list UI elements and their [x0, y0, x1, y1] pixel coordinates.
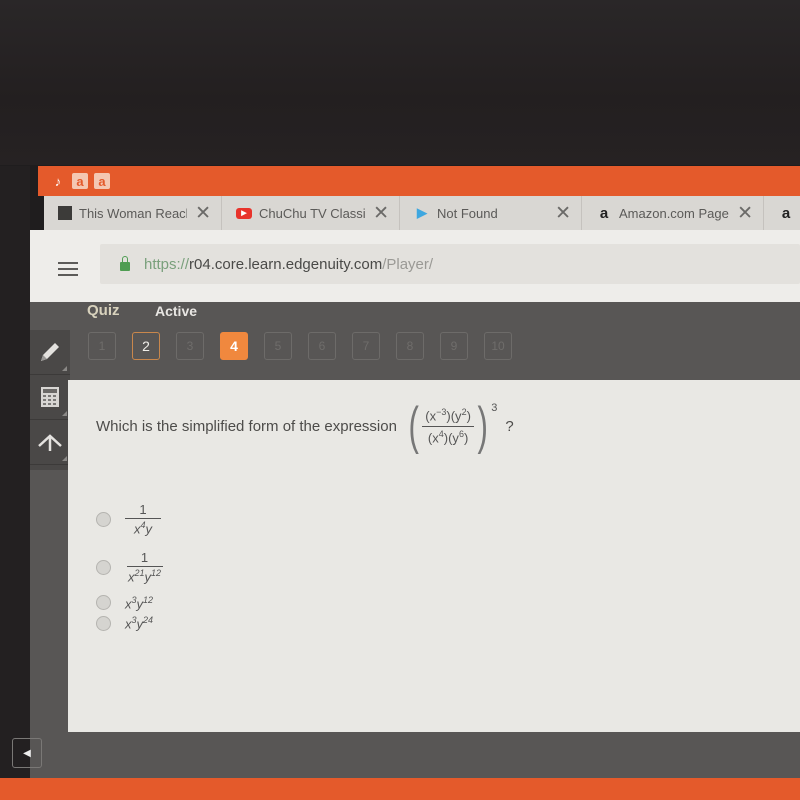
right-paren: ) [477, 397, 488, 455]
lock-icon [120, 255, 130, 271]
answer-option-4[interactable]: x3y24 [96, 615, 164, 631]
question-5-button[interactable]: 5 [264, 332, 292, 360]
answer-fraction: 1 x21y12 [126, 550, 163, 585]
tab-title: This Woman Reach [79, 205, 188, 221]
question-9-button[interactable]: 9 [440, 332, 468, 360]
answer-option-1[interactable]: 1 x4y [96, 502, 164, 536]
url-host: r04.core.learn.edgenuity.com [189, 255, 383, 273]
answer-option-2[interactable]: 1 x21y12 [96, 550, 164, 585]
pencil-icon [41, 343, 59, 361]
amazon-icon[interactable]: a [72, 173, 88, 189]
tab-title: ChuChu TV Classic [259, 205, 366, 221]
question-3-button[interactable]: 3 [176, 332, 204, 360]
question-10-button[interactable]: 10 [484, 332, 512, 360]
previous-button[interactable]: ◀ [12, 738, 42, 768]
expression-denominator: (x4)(y6) [427, 428, 469, 445]
amazon-icon: a [781, 204, 791, 222]
url-scheme: https:// [144, 255, 190, 273]
address-bar: https:// r04.core.learn.edgenuity.com /P… [30, 230, 800, 302]
footer-bar [0, 778, 800, 800]
question-6-button[interactable]: 6 [308, 332, 336, 360]
tab-chuchu-tv[interactable]: ▶ ChuChu TV Classic ✕ [222, 196, 400, 230]
quiz-title: Quiz [87, 302, 120, 319]
calculator-icon [41, 387, 59, 407]
expression-fraction: (x−3)(y2) (x4)(y6) [422, 407, 474, 445]
play-store-icon: ▶ [417, 205, 427, 220]
radio-button[interactable] [96, 595, 111, 611]
tab-this-woman[interactable]: This Woman Reach ✕ [44, 196, 222, 230]
question-navigator: 1 2 3 4 5 6 7 8 9 10 [88, 332, 512, 360]
tab-title: Not Found [437, 205, 498, 221]
photo-background [0, 0, 800, 165]
answer-options: 1 x4y 1 x21y12 x3y12 x3y24 [96, 502, 164, 639]
close-icon[interactable]: ✕ [737, 202, 753, 225]
answer-monomial: x3y12 [125, 594, 154, 611]
answer-monomial: x3y24 [125, 614, 154, 632]
outer-exponent: 3 [491, 402, 498, 414]
tab-bar: This Woman Reach ✕ ▶ ChuChu TV Classic ✕… [44, 196, 800, 230]
close-icon[interactable]: ✕ [373, 202, 389, 225]
question-prompt: Which is the simplified form of the expr… [96, 400, 514, 452]
tab-amazon[interactable]: a Amazon.com Page ✕ [582, 196, 764, 230]
chevron-left-icon: ◀ [23, 747, 31, 759]
youtube-icon: ▶ [236, 207, 252, 219]
radio-button[interactable] [96, 511, 111, 527]
expression-numerator: (x−3)(y2) [422, 407, 474, 427]
question-panel: Which is the simplified form of the expr… [68, 380, 800, 732]
calculator-tool[interactable] [30, 375, 70, 420]
left-paren: ( [408, 397, 419, 455]
question-7-button[interactable]: 7 [352, 332, 380, 360]
answer-fraction: 1 x4y [125, 502, 161, 536]
quiz-status: Active [155, 303, 198, 319]
tab-title: Amazon.com Page [619, 205, 729, 221]
bookmark-bar: ♪ a a [38, 166, 800, 196]
close-icon[interactable]: ✕ [555, 202, 571, 225]
math-expression: ( (x−3)(y2) (x4)(y6) ) 3 [405, 400, 497, 452]
question-2-button[interactable]: 2 [132, 332, 160, 360]
screen-bezel [0, 166, 30, 778]
amazon-icon[interactable]: a [94, 173, 110, 189]
question-4-button[interactable]: 4 [220, 332, 248, 360]
menu-icon[interactable] [58, 258, 78, 280]
question-1-button[interactable]: 1 [88, 332, 116, 360]
question-mark: ? [505, 417, 514, 435]
question-8-button[interactable]: 8 [396, 332, 424, 360]
portrait-icon [58, 206, 72, 220]
quiz-app: Quiz Active 1 2 3 4 5 6 7 8 9 10 Which is the sim… [12, 302, 800, 780]
tab-not-found[interactable]: ▶ Not Found ✕ [400, 196, 582, 230]
url-path: /Player/ [382, 255, 434, 273]
tool-sidebar [30, 330, 70, 470]
pencil-tool[interactable] [30, 330, 70, 375]
tiktok-icon[interactable]: ♪ [50, 173, 66, 189]
question-text: Which is the simplified form of the expr… [96, 417, 397, 435]
pointer-tool[interactable] [30, 420, 70, 465]
answer-option-3[interactable]: x3y12 [96, 595, 164, 611]
amazon-icon: a [599, 204, 609, 222]
close-icon[interactable]: ✕ [195, 202, 211, 225]
pointer-icon [38, 434, 62, 451]
url-input[interactable]: https:// r04.core.learn.edgenuity.com /P… [100, 244, 800, 284]
radio-button[interactable] [96, 615, 111, 631]
tab-amazon-2[interactable]: a [764, 196, 800, 230]
radio-button[interactable] [96, 559, 111, 575]
